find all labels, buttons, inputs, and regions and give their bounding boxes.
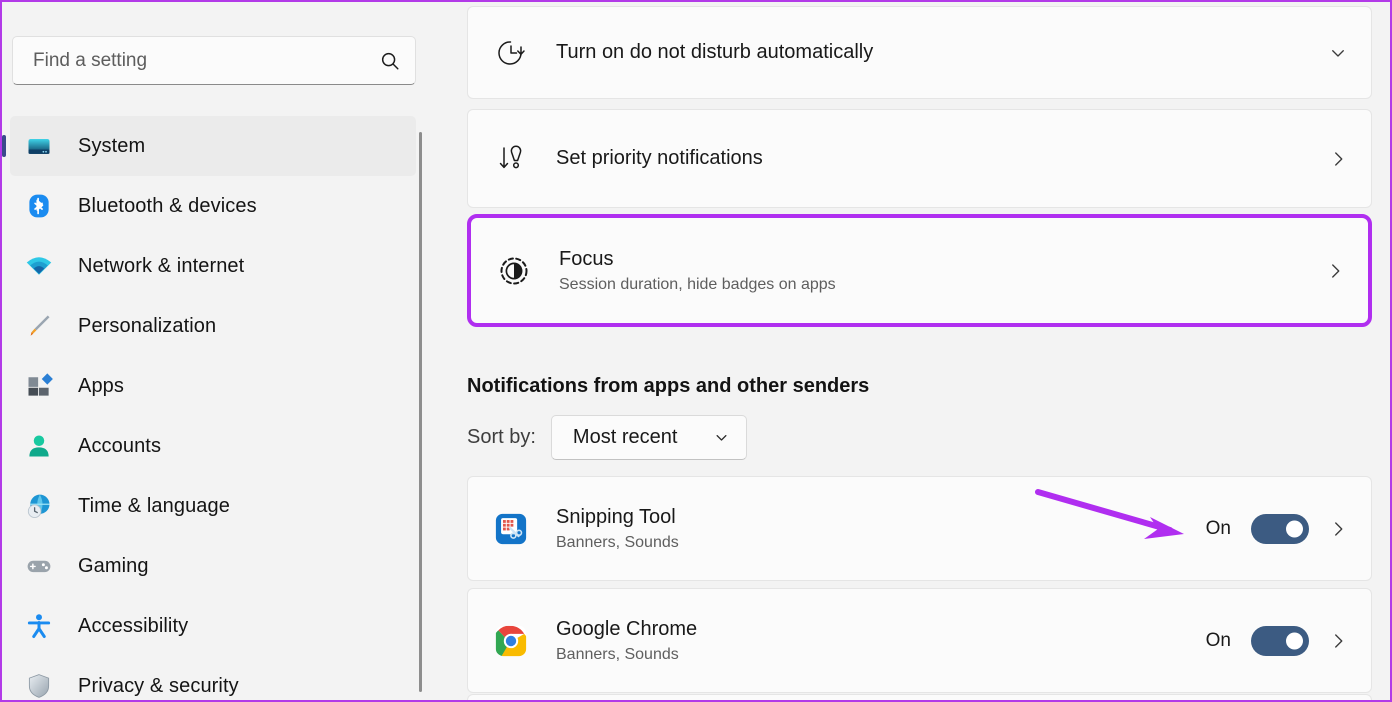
- sidebar-item-label: Privacy & security: [78, 674, 239, 697]
- notifications-toggle[interactable]: [1251, 625, 1309, 656]
- google-chrome-icon: [494, 624, 528, 658]
- search-input[interactable]: [33, 49, 379, 72]
- priority-alert-icon: [494, 142, 528, 176]
- main-content: Turn on do not disturb automatically Set…: [422, 4, 1390, 700]
- sidebar-item-label: Apps: [78, 374, 124, 397]
- sidebar-item-system[interactable]: System: [10, 116, 416, 176]
- chevron-down-icon: [716, 435, 727, 441]
- wifi-icon: [24, 251, 54, 281]
- card-title: Turn on do not disturb automatically: [556, 41, 874, 63]
- card-right: [1326, 262, 1344, 280]
- app-row-partial[interactable]: [467, 694, 1372, 700]
- card-text: Snipping Tool Banners, Sounds: [556, 505, 1206, 552]
- chevron-right-icon[interactable]: [1329, 520, 1347, 538]
- chevron-right-icon[interactable]: [1329, 632, 1347, 650]
- sidebar-item-label: Time & language: [78, 494, 230, 517]
- shield-icon: [24, 671, 54, 700]
- gamepad-icon: [24, 551, 54, 581]
- card-focus[interactable]: Focus Session duration, hide badges on a…: [467, 214, 1372, 327]
- sidebar-item-network-internet[interactable]: Network & internet: [10, 236, 416, 296]
- sidebar-item-label: Network & internet: [78, 254, 245, 277]
- card-title: Focus: [559, 248, 614, 270]
- card-text: Focus Session duration, hide badges on a…: [559, 247, 1326, 294]
- sidebar-item-label: Accessibility: [78, 614, 189, 637]
- card-subtitle: Session duration, hide badges on apps: [559, 276, 836, 293]
- sort-by-label: Sort by:: [467, 426, 536, 448]
- sidebar-item-label: Gaming: [78, 554, 149, 577]
- chevron-right-icon[interactable]: [1329, 150, 1347, 168]
- card-right: On: [1205, 513, 1347, 544]
- card-do-not-disturb[interactable]: Turn on do not disturb automatically: [467, 6, 1372, 99]
- toggle-knob: [1286, 632, 1303, 649]
- sidebar-item-accessibility[interactable]: Accessibility: [10, 596, 416, 656]
- app-detail: Banners, Sounds: [556, 534, 679, 551]
- sidebar-item-time-language[interactable]: Time & language: [10, 476, 416, 536]
- sort-by-value: Most recent: [572, 426, 678, 448]
- card-title: Set priority notifications: [556, 147, 763, 169]
- accessibility-icon: [24, 611, 54, 641]
- search-box[interactable]: [12, 36, 416, 85]
- app-name: Snipping Tool: [556, 506, 676, 528]
- sidebar-item-apps[interactable]: Apps: [10, 356, 416, 416]
- card-right: [1329, 44, 1347, 62]
- sidebar: System Bluetooth & devices: [4, 4, 422, 700]
- app-row-google-chrome[interactable]: Google Chrome Banners, Sounds On: [467, 588, 1372, 693]
- toggle-state-label: On: [1205, 629, 1231, 651]
- app-detail: Banners, Sounds: [556, 646, 679, 663]
- bluetooth-icon: [24, 191, 54, 221]
- card-text: Turn on do not disturb automatically: [556, 40, 1329, 65]
- card-right: [1329, 150, 1347, 168]
- person-icon: [24, 431, 54, 461]
- notifications-toggle[interactable]: [1251, 513, 1309, 544]
- sidebar-nav: System Bluetooth & devices Network & int…: [4, 116, 422, 700]
- section-heading: Notifications from apps and other sender…: [467, 375, 870, 397]
- chevron-right-icon[interactable]: [1326, 262, 1344, 280]
- sidebar-item-label: System: [78, 134, 146, 157]
- card-text: Set priority notifications: [556, 146, 1329, 171]
- sidebar-item-bluetooth-devices[interactable]: Bluetooth & devices: [10, 176, 416, 236]
- app-name: Google Chrome: [556, 618, 698, 640]
- sidebar-item-gaming[interactable]: Gaming: [10, 536, 416, 596]
- sort-by-dropdown[interactable]: Most recent: [550, 415, 747, 460]
- sidebar-item-accounts[interactable]: Accounts: [10, 416, 416, 476]
- toggle-state-label: On: [1205, 517, 1231, 539]
- paintbrush-icon: [24, 311, 54, 341]
- snipping-tool-icon: [494, 512, 528, 546]
- sidebar-item-label: Accounts: [78, 434, 162, 457]
- sidebar-item-label: Bluetooth & devices: [78, 194, 257, 217]
- sidebar-item-personalization[interactable]: Personalization: [10, 296, 416, 356]
- sidebar-item-privacy-security[interactable]: Privacy & security: [10, 656, 416, 700]
- app-row-snipping-tool[interactable]: Snipping Tool Banners, Sounds On: [467, 476, 1372, 581]
- sort-row: Sort by: Most recent: [467, 415, 747, 460]
- search-icon: [381, 52, 399, 70]
- card-text: Google Chrome Banners, Sounds: [556, 617, 1206, 664]
- globe-clock-icon: [24, 491, 54, 521]
- card-right: On: [1205, 625, 1347, 656]
- monitor-icon: [24, 131, 54, 161]
- card-priority-notifications[interactable]: Set priority notifications: [467, 109, 1372, 208]
- focus-icon: [497, 254, 531, 288]
- settings-window: System Bluetooth & devices: [0, 0, 1392, 702]
- chevron-down-icon[interactable]: [1329, 44, 1347, 62]
- apps-icon: [24, 371, 54, 401]
- clock-arrow-icon: [494, 36, 528, 70]
- toggle-knob: [1286, 520, 1303, 537]
- sidebar-item-label: Personalization: [78, 314, 217, 337]
